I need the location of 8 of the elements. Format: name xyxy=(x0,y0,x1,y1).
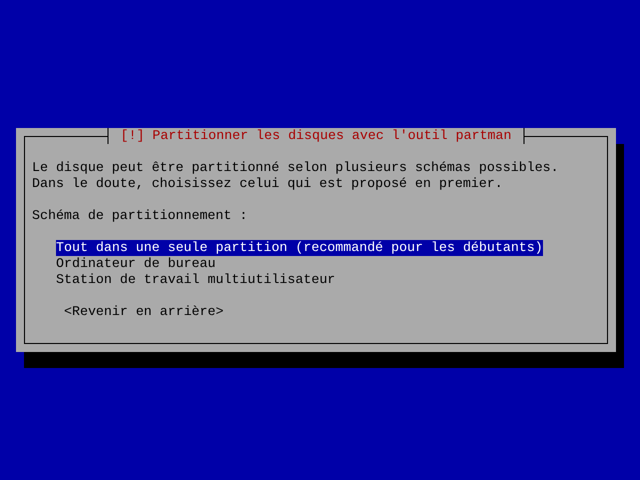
menu-option[interactable]: Ordinateur de bureau xyxy=(56,256,216,272)
description-text: Dans le doute, choisissez celui qui est proposé en premier. xyxy=(32,176,503,192)
back-button[interactable]: <Revenir en arrière> xyxy=(64,304,224,320)
menu-option[interactable]: Tout dans une seule partition (recommandé pour les débutants) xyxy=(56,240,543,256)
description-text: Le disque peut être partitionné selon plusieurs schémas possibles. xyxy=(32,160,559,176)
dialog-title: [!] Partitionner les disques avec l'outil partman xyxy=(108,128,524,144)
menu-option[interactable]: Station de travail multiutilisateur xyxy=(56,272,336,288)
prompt-label: Schéma de partitionnement : xyxy=(32,208,248,224)
